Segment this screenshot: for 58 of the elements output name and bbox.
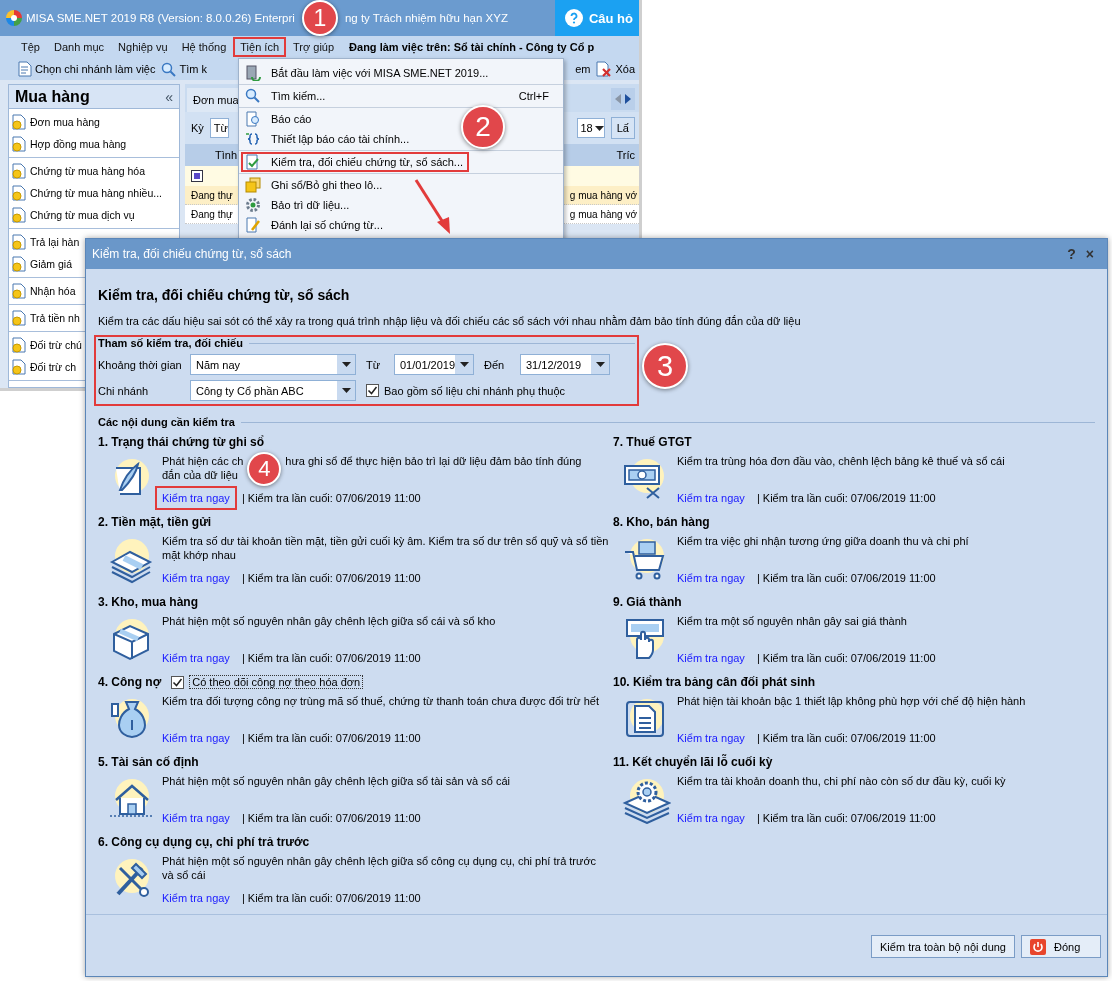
- check-description: Phát hiện một số nguyên nhân gây chênh lệch giữa sổ tài sản và sổ cái: [162, 774, 510, 788]
- check-title: 3. Kho, mua hàng: [98, 595, 198, 609]
- step-number: 2: [461, 105, 505, 149]
- dialog-heading: Kiểm tra, đối chiếu chứng từ, sổ sách: [97, 287, 351, 303]
- check-title: 2. Tiền mặt, tiền gửi: [98, 515, 212, 529]
- check-description: Kiểm tra đối tượng công nợ trùng mã số thuế, chứng từ thanh toán chưa được đối trừ hết: [162, 694, 599, 708]
- last-check-text: | Kiểm tra lần cuối: 07/06/2019 11:00: [241, 652, 421, 664]
- column-header: Tríc: [616, 149, 635, 161]
- check-title: 4. Công nợ: [98, 675, 162, 689]
- check-description: hưa ghi sổ để thực hiện bảo trì lại dữ liệu đảm bảo tính đúng: [285, 454, 582, 468]
- check-description: Phát hiện một số nguyên nhân gây chênh lệch giữa sổ công cụ dụng cụ, chi phí trả trước và sổ cái: [162, 854, 598, 882]
- check-title: 8. Kho, bán hàng: [613, 515, 710, 529]
- column-header: Tình: [215, 149, 237, 161]
- field-label: Đến: [484, 358, 506, 371]
- last-check-text: | Kiểm tra lần cuối: 07/06/2019 11:00: [756, 492, 936, 504]
- last-check-text: | Kiểm tra lần cuối: 07/06/2019 11:00: [756, 732, 936, 744]
- check-description: Kiểm tra việc ghi nhận tương ứng giữa doanh thu và chi phí: [677, 534, 969, 548]
- working-context-text: Đang làm việc trên: Sổ tài chính - Công ty Cổ p: [349, 41, 595, 53]
- check-title: 9. Giá thành: [613, 595, 682, 609]
- last-check-text: | Kiểm tra lần cuối: 07/06/2019 11:00: [241, 732, 421, 744]
- last-check-text: | Kiểm tra lần cuối: 07/06/2019 11:00: [241, 812, 421, 824]
- step-number: 1: [301, 0, 338, 36]
- check-title: 11. Kết chuyển lãi lỗ cuối kỳ: [613, 755, 773, 769]
- window-title: ng ty Trách nhiệm hữu hạn XYZ: [344, 12, 508, 24]
- dialog-title: Kiểm tra, đối chiếu chứng từ, sổ sách: [92, 247, 292, 261]
- last-check-text: | Kiểm tra lần cuối: 07/06/2019 11:00: [756, 572, 936, 584]
- check-description: Kiểm tra một số nguyên nhân gây sai giá thành: [677, 614, 908, 628]
- checkbox-label: Bao gồm số liệu chi nhánh phụ thuộc: [384, 384, 566, 397]
- field-label: Từ: [366, 358, 382, 371]
- window-title: MISA SME.NET 2019 R8 (Version: 8.0.0.26) Enterpri: [26, 12, 295, 24]
- check-description: đắn của dữ liệu: [162, 468, 238, 482]
- check-title: 7. Thuế GTGT: [613, 435, 692, 449]
- period-label: Kỳ: [191, 122, 204, 134]
- sidebar-title: Mua hàng: [15, 87, 90, 106]
- last-check-text: | Kiểm tra lần cuối: 07/06/2019 11:00: [756, 652, 936, 664]
- check-title: 1. Trạng thái chứng từ ghi sổ: [98, 435, 265, 449]
- last-check-text: | Kiểm tra lần cuối: 07/06/2019 11:00: [241, 572, 421, 584]
- section-title: Các nội dung cần kiểm tra: [98, 416, 235, 428]
- dialog-description: Kiểm tra các dấu hiệu sai sót có thể xảy ra trong quá trình nhập liệu và đối chiếu các sổ sách với nhau nhằm đảm bảo tính đúng đắn của dữ liệu: [97, 315, 802, 327]
- checkbox-label: Có theo dõi công nợ theo hóa đơn: [190, 676, 363, 688]
- shortcut-text: Ctrl+F: [518, 90, 549, 102]
- check-description: Kiểm tra tài khoản doanh thu, chi phí nào còn số dư đầu kỳ, cuối kỳ: [677, 774, 1006, 788]
- check-title: 6. Công cụ dụng cụ, chi phí trả trước: [98, 835, 310, 849]
- last-check-text: | Kiểm tra lần cuối: 07/06/2019 11:00: [241, 492, 421, 504]
- field-label: Khoảng thời gian: [98, 358, 183, 371]
- step-number: 3: [642, 343, 688, 389]
- check-description: Kiểm tra số dư tài khoản tiền mặt, tiền gửi cuối kỳ âm. Kiểm tra số dư trên sổ quỹ và sổ tiền mặt khớp nhau: [162, 534, 610, 562]
- check-description: Phát hiện các ch: [162, 454, 244, 468]
- group-title: Tham số kiểm tra, đối chiếu: [98, 337, 243, 349]
- check-title: 10. Kiểm tra bảng cân đối phát sinh: [613, 675, 816, 689]
- check-description: Kiểm tra trùng hóa đơn đầu vào, chênh lệch bảng kê thuế và sổ cái: [677, 454, 1005, 468]
- step-number: 4: [247, 452, 282, 486]
- check-title: 5. Tài sản cố định: [98, 755, 199, 769]
- last-check-text: | Kiểm tra lần cuối: 07/06/2019 11:00: [241, 892, 421, 904]
- last-check-text: | Kiểm tra lần cuối: 07/06/2019 11:00: [756, 812, 936, 824]
- check-description: Phát hiện một số nguyên nhân gây chênh lệch giữa sổ cái và sổ kho: [162, 614, 496, 628]
- check-description: Phát hiện tài khoản bậc 1 thiết lập không phù hợp với chế độ hiện hành: [677, 694, 1026, 708]
- field-label: Chi nhánh: [98, 384, 150, 397]
